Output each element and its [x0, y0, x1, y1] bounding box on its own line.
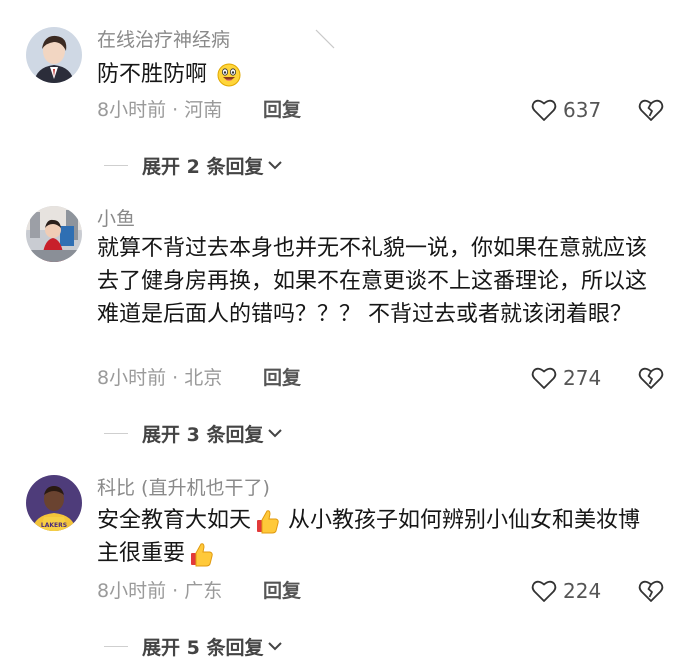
- comment-meta: 8小时前 · 北京: [97, 367, 223, 389]
- comment-text: 就算不背过去本身也并无不礼貌一说，你如果在意就应该去了健身房再换，如果不在意更谈…: [97, 236, 648, 327]
- reply-button[interactable]: 回复: [263, 366, 301, 390]
- comment-text-part1: 安全教育大如天: [97, 508, 252, 533]
- reply-button[interactable]: 回复: [263, 579, 301, 603]
- heart-icon: [531, 580, 557, 602]
- avatar-young-man-icon: [26, 27, 82, 83]
- comment-text: 防不胜防啊: [97, 58, 657, 91]
- comment-text-content: 防不胜防啊: [97, 62, 208, 87]
- like-count: 224: [563, 579, 602, 603]
- avatar-person-outdoors-icon: [26, 206, 82, 262]
- svg-text:LAKERS: LAKERS: [41, 522, 67, 529]
- username[interactable]: 小鱼: [97, 207, 135, 231]
- like-button[interactable]: 274: [531, 364, 601, 392]
- divider-line: [104, 432, 128, 434]
- chevron-down-icon: [268, 642, 283, 651]
- reply-button[interactable]: 回复: [263, 98, 301, 122]
- comment-meta: 8小时前 · 广东: [97, 580, 223, 602]
- username[interactable]: 科比 (直升机也干了): [97, 476, 270, 500]
- like-button[interactable]: 224: [531, 577, 601, 605]
- broken-heart-icon[interactable]: [637, 96, 665, 124]
- thumbs-up-emoji-icon: [257, 510, 279, 534]
- avatar[interactable]: [26, 27, 82, 83]
- grinning-face-emoji-icon: [217, 63, 241, 87]
- avatar[interactable]: LAKERS: [26, 475, 82, 531]
- broken-heart-icon[interactable]: [637, 364, 665, 392]
- expand-replies-button[interactable]: 展开 2 条回复: [104, 152, 283, 178]
- divider-line: [104, 645, 128, 647]
- thumbs-up-emoji-icon: [191, 543, 213, 567]
- avatar[interactable]: [26, 206, 82, 262]
- like-button[interactable]: 637: [531, 96, 601, 124]
- avatar-basketball-player-icon: LAKERS: [26, 475, 82, 531]
- expand-replies-label: 展开 5 条回复: [142, 636, 264, 659]
- comment-text: 安全教育大如天 从小教孩子如何辨别小仙女和美妆博主很重要: [97, 504, 657, 570]
- expand-replies-label: 展开 2 条回复: [142, 155, 264, 178]
- expand-replies-button[interactable]: 展开 5 条回复: [104, 633, 283, 659]
- broken-heart-icon[interactable]: [637, 577, 665, 605]
- expand-replies-button[interactable]: 展开 3 条回复: [104, 420, 283, 446]
- chevron-down-icon: [268, 161, 283, 170]
- like-count: 637: [563, 98, 602, 122]
- divider-line: [104, 164, 128, 166]
- heart-icon: [531, 367, 557, 389]
- slash-icon: [315, 29, 335, 49]
- like-count: 274: [563, 366, 602, 390]
- expand-replies-label: 展开 3 条回复: [142, 423, 264, 446]
- chevron-down-icon: [268, 429, 283, 438]
- comment-meta: 8小时前 · 河南: [97, 99, 223, 121]
- heart-icon: [531, 99, 557, 121]
- username[interactable]: 在线治疗神经病: [97, 28, 230, 52]
